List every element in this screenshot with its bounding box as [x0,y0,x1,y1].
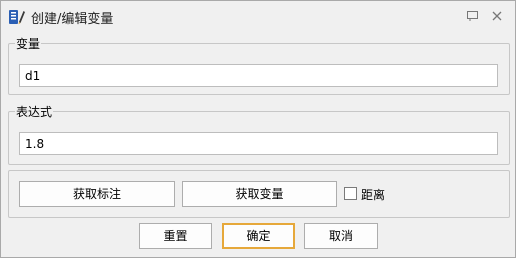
reset-button[interactable]: 重置 [139,223,212,249]
ok-button[interactable]: 确定 [222,223,295,249]
distance-checkbox-label[interactable]: 距离 [361,186,385,203]
close-icon[interactable] [490,10,504,22]
expression-group: 表达式 [8,103,510,165]
cancel-button[interactable]: 取消 [304,223,378,249]
dialog-window: 创建/编辑变量 变量 表达式 获取标注 获取变量 距离 重置 确定 取消 [0,0,516,258]
expression-input[interactable] [19,132,498,155]
get-dimension-button[interactable]: 获取标注 [19,181,175,207]
actions-group: 获取标注 获取变量 距离 [8,170,510,218]
variable-group: 变量 [8,35,510,95]
distance-checkbox[interactable] [344,187,357,200]
get-variable-button[interactable]: 获取变量 [182,181,337,207]
expression-group-label: 表达式 [15,103,54,120]
title-bar[interactable]: 创建/编辑变量 [1,1,515,31]
variable-name-input[interactable] [19,64,498,87]
variable-group-label: 变量 [15,35,42,52]
pin-icon[interactable] [466,10,480,22]
pen-ruler-icon [8,8,26,26]
window-title: 创建/编辑变量 [31,12,114,27]
